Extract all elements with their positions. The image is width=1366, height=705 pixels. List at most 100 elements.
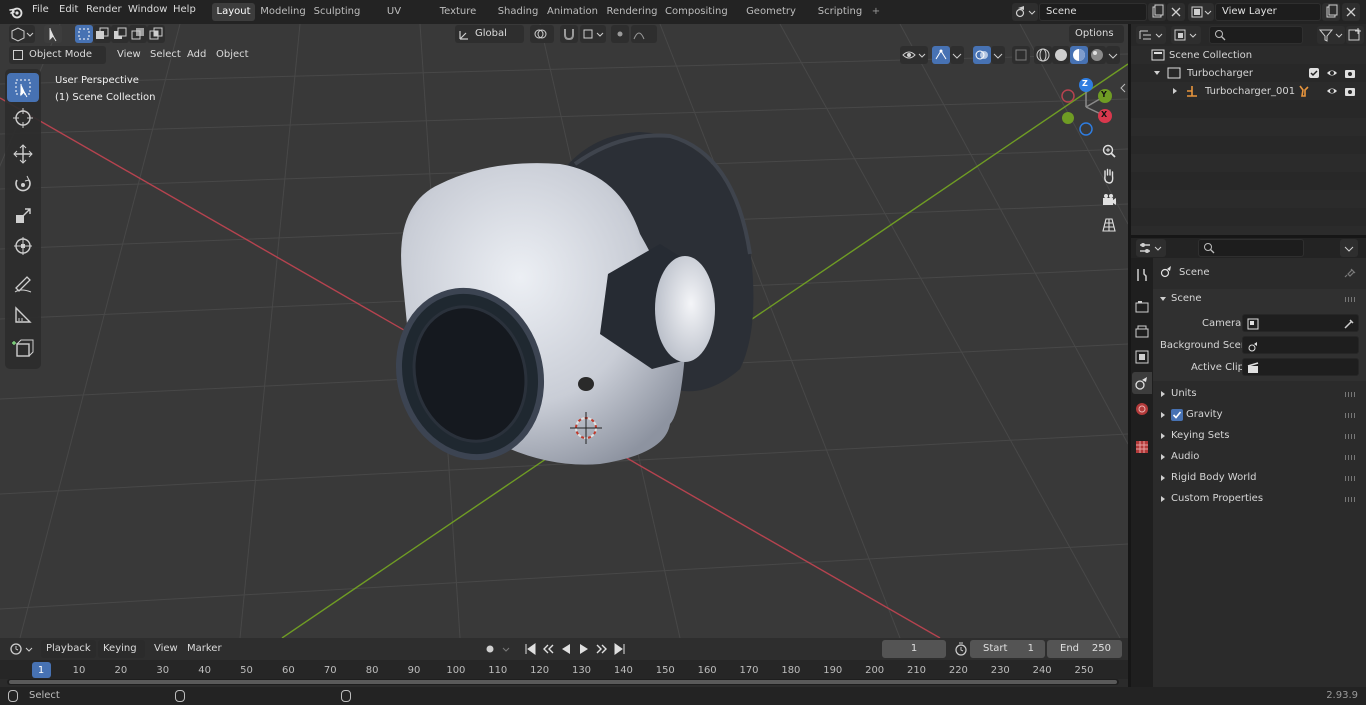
snap-target-icon[interactable] [580, 25, 606, 43]
active-clip-field[interactable] [1242, 358, 1359, 376]
drag-handle-icon[interactable] [1345, 297, 1356, 302]
tab-modeling[interactable]: Modeling [259, 3, 307, 21]
mode-dropdown[interactable]: Object Mode [9, 46, 106, 64]
menu-edit[interactable]: Edit [59, 4, 78, 15]
jump-to-keyframe-forward-icon[interactable] [593, 640, 611, 658]
jump-to-keyframe-back-icon[interactable] [539, 640, 557, 658]
outliner-row-scene-collection[interactable]: Scene Collection [1131, 46, 1366, 64]
scale-tool[interactable] [7, 201, 39, 230]
camera-field[interactable] [1242, 314, 1359, 332]
units-panel-header[interactable]: Units [1153, 384, 1361, 404]
outliner-row-turbocharger-collection[interactable]: Turbocharger [1131, 64, 1366, 82]
add-workspace-button[interactable]: + [868, 3, 884, 21]
background-scene-field[interactable] [1242, 336, 1359, 354]
shading-dropdown-icon[interactable] [1106, 46, 1120, 64]
properties-options-dropdown[interactable] [1340, 239, 1358, 257]
keying-menu[interactable]: Keying [98, 640, 145, 658]
move-tool[interactable] [7, 140, 39, 169]
camera-view-icon[interactable] [1098, 189, 1120, 211]
jump-to-end-icon[interactable] [611, 640, 629, 658]
display-mode-button[interactable] [1171, 26, 1201, 44]
view-layer-field[interactable]: View Layer [1215, 3, 1321, 21]
new-view-layer-icon[interactable] [1322, 3, 1340, 21]
start-frame-field[interactable]: Start 1 [970, 640, 1045, 658]
audio-panel-header[interactable]: Audio [1153, 447, 1361, 467]
solid-shading-icon[interactable] [1052, 46, 1070, 64]
playback-menu[interactable]: Playback [41, 640, 96, 658]
auto-keying-toggle[interactable] [481, 640, 515, 658]
use-preview-range-icon[interactable] [952, 640, 970, 658]
keying-sets-panel-header[interactable]: Keying Sets [1153, 426, 1361, 446]
timeline-editor-type-button[interactable] [7, 640, 35, 658]
tab-uv-editing[interactable]: UV Editing [368, 3, 420, 35]
add-cube-tool[interactable] [7, 334, 39, 363]
material-preview-shading-icon[interactable] [1070, 46, 1088, 64]
blender-logo-icon[interactable] [9, 5, 23, 19]
scene-tab-icon[interactable] [1132, 372, 1152, 394]
select-mode-intersect-icon[interactable] [147, 25, 165, 43]
select-box-tool[interactable] [7, 73, 39, 102]
scene-selector-button[interactable] [1012, 3, 1038, 21]
menu-file[interactable]: File [32, 4, 49, 15]
scene-panel-header[interactable]: Scene [1153, 289, 1361, 309]
filter-icon[interactable] [1317, 26, 1345, 44]
measure-tool[interactable] [7, 300, 39, 329]
rendered-shading-icon[interactable] [1088, 46, 1106, 64]
timeline-scrollbar-thumb[interactable] [9, 680, 1117, 684]
timeline-view-menu[interactable]: View [154, 640, 178, 658]
area-divider-vertical[interactable] [1128, 24, 1131, 687]
render-tab-icon[interactable] [1133, 298, 1151, 316]
rigid-body-world-panel-header[interactable]: Rigid Body World [1153, 468, 1361, 488]
tab-rendering[interactable]: Rendering [605, 3, 659, 21]
drag-handle-icon[interactable] [1345, 392, 1356, 397]
scene-name-field[interactable]: Scene [1039, 3, 1147, 21]
outliner-editor-type-button[interactable] [1136, 26, 1166, 44]
select-mode-new-icon[interactable] [75, 25, 93, 43]
drag-handle-icon[interactable] [1345, 476, 1356, 481]
jump-to-start-icon[interactable] [521, 640, 539, 658]
drag-handle-icon[interactable] [1345, 497, 1356, 502]
3d-viewport[interactable]: Object Mode View Select Add Object Globa… [0, 24, 1128, 638]
wireframe-shading-icon[interactable] [1034, 46, 1052, 64]
gizmo-dropdown-icon[interactable] [950, 46, 964, 64]
new-scene-icon[interactable] [1148, 3, 1166, 21]
overlays-toggle-icon[interactable] [973, 46, 991, 64]
select-mode-subtract-icon[interactable] [111, 25, 129, 43]
properties-editor-type-button[interactable] [1136, 239, 1166, 257]
output-tab-icon[interactable] [1133, 323, 1151, 341]
exclude-checkbox[interactable] [1309, 68, 1319, 78]
transform-tool[interactable] [7, 232, 39, 261]
select-mode-extend-icon[interactable] [93, 25, 111, 43]
navigation-gizmo[interactable]: Z Y X [1055, 76, 1117, 138]
tab-sculpting[interactable]: Sculpting [313, 3, 361, 21]
visibility-selectability-icon[interactable] [900, 46, 928, 64]
tab-compositing[interactable]: Compositing [665, 3, 728, 21]
pan-hand-icon[interactable] [1098, 165, 1120, 187]
tab-geometry-nodes[interactable]: Geometry Nodes [732, 3, 810, 35]
editor-type-3d-viewport-button[interactable] [9, 25, 35, 43]
new-collection-icon[interactable] [1346, 26, 1364, 44]
play-reverse-icon[interactable] [557, 640, 575, 658]
menu-view[interactable]: View [117, 46, 141, 64]
texture-tab-icon[interactable] [1133, 438, 1151, 456]
outliner-row-turbocharger-object[interactable]: Turbocharger_001 [1131, 82, 1366, 100]
play-icon[interactable] [575, 640, 593, 658]
tab-texture-paint[interactable]: Texture Paint [427, 3, 489, 35]
area-divider-horizontal[interactable] [1131, 235, 1366, 238]
drag-handle-icon[interactable] [1345, 434, 1356, 439]
tab-shading[interactable]: Shading [496, 3, 540, 21]
end-frame-field[interactable]: End 250 [1047, 640, 1122, 658]
drag-handle-icon[interactable] [1345, 413, 1356, 418]
gizmo-toggle-icon[interactable] [932, 46, 950, 64]
rotate-tool[interactable] [7, 170, 39, 199]
overlays-dropdown-icon[interactable] [991, 46, 1005, 64]
falloff-icon[interactable] [631, 25, 657, 43]
menu-select[interactable]: Select [150, 46, 181, 64]
remove-scene-icon[interactable] [1167, 3, 1185, 21]
snap-toggle-icon[interactable] [560, 25, 578, 43]
menu-help[interactable]: Help [173, 4, 196, 15]
drag-handle-icon[interactable] [1345, 455, 1356, 460]
pivot-point-icon[interactable] [530, 25, 554, 43]
annotate-tool[interactable] [7, 268, 39, 297]
select-mode-tweak-icon[interactable] [44, 25, 62, 43]
